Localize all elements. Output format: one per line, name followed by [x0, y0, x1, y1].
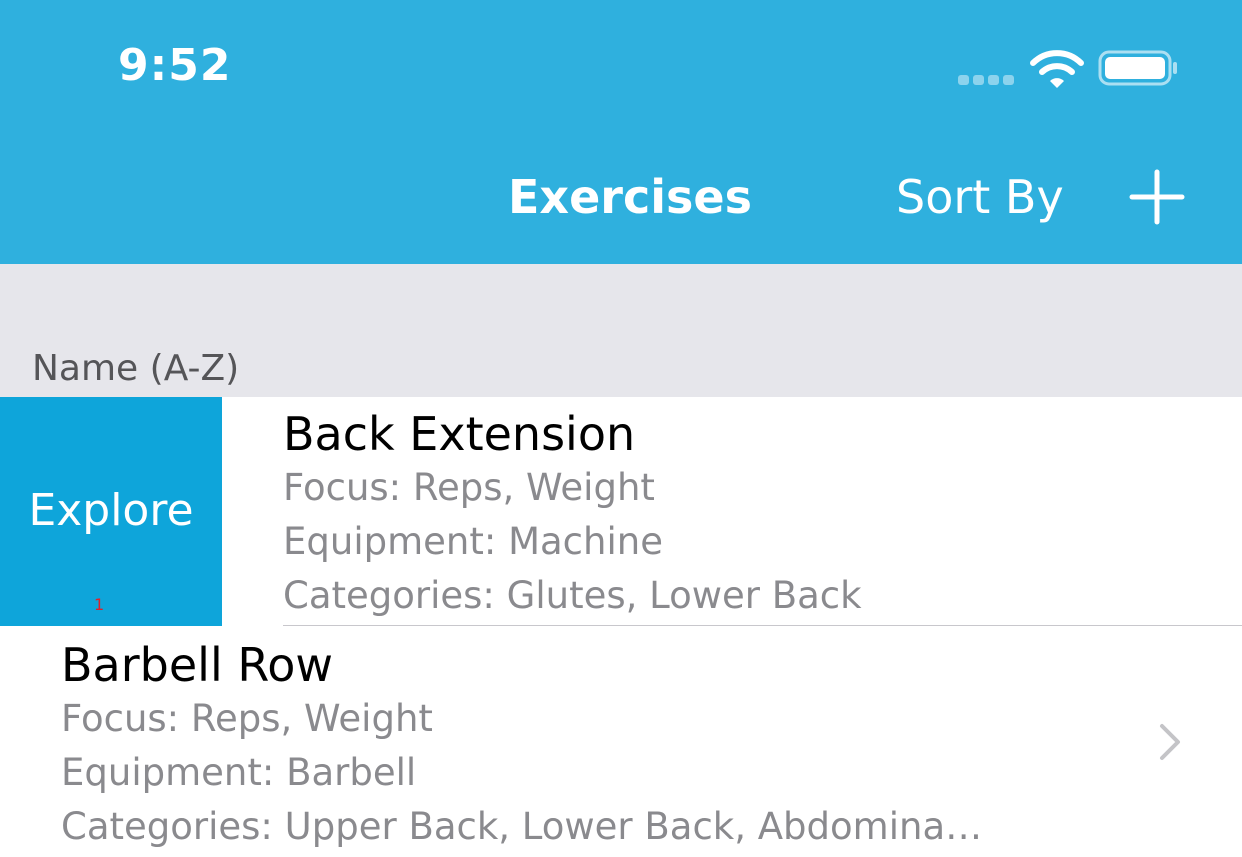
status-time: 9:52 — [118, 40, 232, 91]
explore-badge: 1 — [94, 595, 105, 614]
exercise-row[interactable]: Explore 1 Back Extension Focus: Reps, We… — [0, 397, 1242, 626]
exercise-row-content: Back Extension Focus: Reps, Weight Equip… — [283, 397, 862, 623]
wifi-icon — [1030, 50, 1084, 88]
exercise-name: Back Extension — [283, 407, 636, 461]
exercises-screen: 9:52 Exercises Sort By Name (A-Z) Explor… — [0, 0, 1242, 857]
exercise-equipment: Equipment: Barbell — [61, 751, 417, 794]
exercise-focus: Focus: Reps, Weight — [61, 697, 433, 740]
exercise-row[interactable]: Barbell Row Focus: Reps, Weight Equipmen… — [0, 626, 1242, 857]
chevron-right-icon — [1160, 724, 1180, 760]
exercise-equipment: Equipment: Machine — [283, 520, 663, 563]
exercise-row-content: Barbell Row Focus: Reps, Weight Equipmen… — [61, 626, 982, 854]
section-header: Name (A-Z) — [0, 264, 1242, 397]
exercise-categories: Categories: Upper Back, Lower Back, Abdo… — [61, 805, 983, 848]
exercise-categories: Categories: Glutes, Lower Back — [283, 574, 862, 617]
cellular-signal-icon — [958, 75, 1016, 87]
plus-icon[interactable] — [1128, 168, 1186, 226]
battery-icon — [1098, 50, 1177, 86]
explore-label: Explore — [28, 485, 194, 536]
exercise-focus: Focus: Reps, Weight — [283, 466, 655, 509]
explore-swipe-button[interactable]: Explore 1 — [0, 397, 222, 626]
page-title: Exercises — [508, 170, 752, 224]
sort-by-button[interactable]: Sort By — [896, 170, 1064, 224]
exercise-name: Barbell Row — [61, 638, 334, 692]
navigation-bar: 9:52 Exercises Sort By — [0, 0, 1242, 264]
section-header-label: Name (A-Z) — [32, 348, 240, 389]
